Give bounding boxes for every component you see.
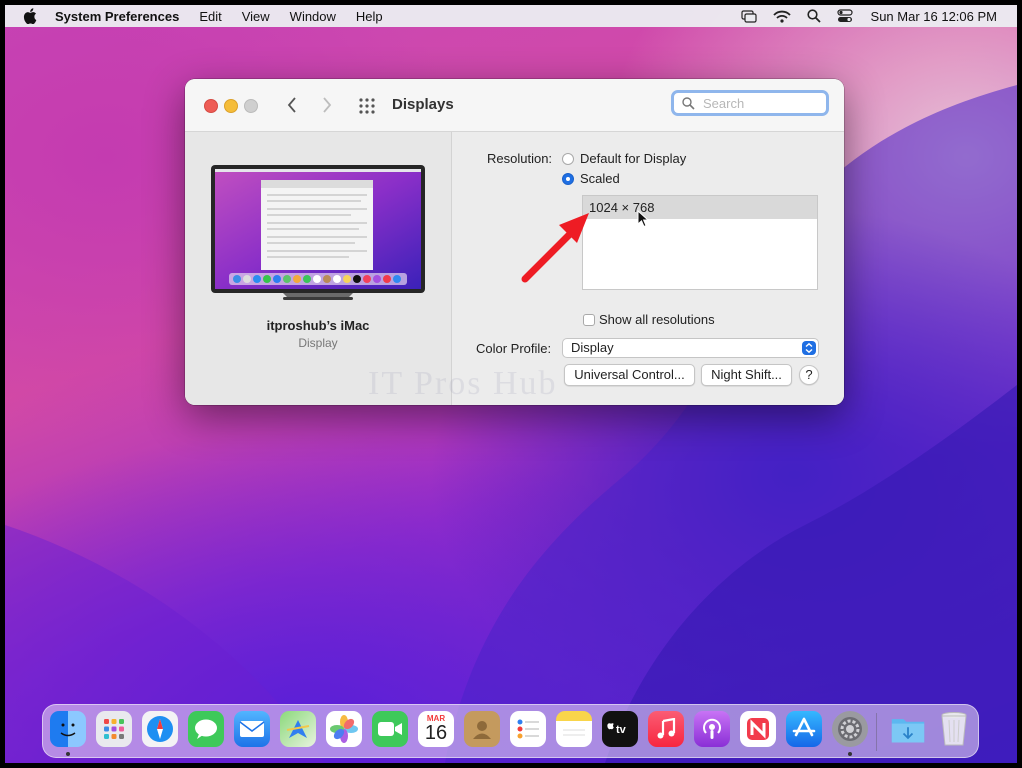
reminders-icon[interactable]	[510, 711, 546, 747]
universal-control-button[interactable]: Universal Control...	[564, 364, 695, 386]
menu-window[interactable]: Window	[290, 9, 336, 24]
news-icon[interactable]	[740, 711, 776, 747]
resolution-list-item[interactable]: 1024 × 768	[583, 196, 817, 219]
menu-edit[interactable]: Edit	[199, 9, 221, 24]
menu-help[interactable]: Help	[356, 9, 383, 24]
radio-scaled[interactable]	[562, 173, 574, 185]
contacts-icon[interactable]	[464, 711, 500, 747]
color-profile-value: Display	[571, 340, 614, 355]
close-window-button[interactable]	[204, 99, 218, 113]
music-icon[interactable]	[648, 711, 684, 747]
search-icon	[682, 96, 695, 110]
search-field[interactable]	[671, 90, 829, 116]
search-input[interactable]	[701, 94, 825, 112]
apple-menu-icon[interactable]	[23, 8, 37, 24]
color-profile-label: Color Profile:	[476, 341, 552, 356]
default-for-display-label[interactable]: Default for Display	[580, 151, 686, 166]
safari-icon[interactable]	[142, 711, 178, 747]
imac-display-icon	[211, 165, 425, 300]
wifi-icon[interactable]	[772, 10, 791, 23]
trash-icon[interactable]	[936, 711, 972, 747]
apple-tv-icon[interactable]: tv	[602, 711, 638, 747]
show-all-resolutions-checkbox[interactable]	[583, 314, 595, 326]
launchpad-icon[interactable]	[96, 711, 132, 747]
red-arrow-annotation	[521, 213, 589, 283]
app-store-icon[interactable]	[786, 711, 822, 747]
display-info-pane: itproshub’s iMac Display	[185, 132, 452, 405]
finder-icon[interactable]	[50, 711, 86, 747]
system-preferences-icon[interactable]	[832, 711, 868, 747]
podcasts-icon[interactable]	[694, 711, 730, 747]
resolution-list[interactable]: 1024 × 768	[582, 195, 818, 290]
maps-icon[interactable]	[280, 711, 316, 747]
system-preferences-running-indicator	[848, 752, 852, 756]
mail-icon[interactable]	[234, 711, 270, 747]
menu-bar: System Preferences Edit View Window Help…	[5, 5, 1017, 27]
displays-window: Displays Search itproshub’s iMac Display…	[185, 79, 844, 405]
resolution-settings-pane: Resolution: Default for Display Scaled 1…	[452, 132, 844, 405]
calendar-icon[interactable]: MAR 16	[418, 711, 454, 747]
dock-separator	[876, 713, 877, 751]
mouse-pointer-icon	[637, 210, 649, 228]
photos-icon[interactable]	[326, 711, 362, 747]
display-name: itproshub’s iMac	[266, 318, 370, 333]
facetime-icon[interactable]	[372, 711, 408, 747]
calendar-day: 16	[424, 722, 448, 744]
menu-clock[interactable]: Sun Mar 16 12:06 PM	[871, 9, 997, 24]
dock: MAR 16 tv	[42, 704, 979, 758]
zoom-window-button[interactable]	[244, 99, 258, 113]
resolution-label: Resolution:	[487, 151, 553, 166]
menu-view[interactable]: View	[242, 9, 270, 24]
show-all-resolutions-label[interactable]: Show all resolutions	[599, 312, 715, 327]
spotlight-search-icon[interactable]	[806, 9, 821, 23]
messages-icon[interactable]	[188, 711, 224, 747]
control-center-icon[interactable]	[836, 9, 853, 23]
forward-chevron-icon[interactable]	[322, 97, 332, 113]
show-all-grid-icon[interactable]	[359, 98, 375, 114]
window-toolbar: Displays	[185, 79, 844, 132]
screen-mirror-icon[interactable]	[740, 9, 757, 23]
back-chevron-icon[interactable]	[287, 97, 297, 113]
scaled-label[interactable]: Scaled	[580, 171, 620, 186]
popup-chevron-icon	[802, 341, 816, 355]
display-type: Display	[298, 336, 338, 350]
svg-text:tv: tv	[616, 724, 627, 736]
finder-running-indicator	[66, 752, 70, 756]
minimize-window-button[interactable]	[224, 99, 238, 113]
radio-default-for-display[interactable]	[562, 153, 574, 165]
downloads-folder-icon[interactable]	[890, 711, 926, 747]
notes-icon[interactable]	[556, 711, 592, 747]
window-title: Displays	[392, 96, 454, 113]
menu-app-name[interactable]: System Preferences	[55, 9, 179, 24]
desktop: System Preferences Edit View Window Help…	[5, 5, 1017, 763]
color-profile-select[interactable]: Display	[562, 338, 819, 358]
night-shift-button[interactable]: Night Shift...	[701, 364, 792, 386]
help-button[interactable]: ?	[799, 365, 819, 385]
